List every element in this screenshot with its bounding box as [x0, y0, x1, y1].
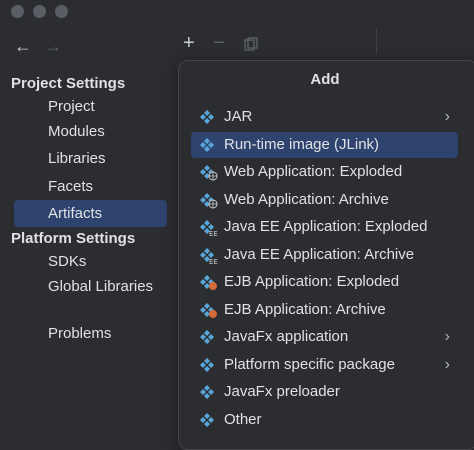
artifact-icon — [200, 357, 214, 372]
menu-item-label: Java EE Application: Archive — [224, 245, 415, 263]
menu-item-java-ee-application-archive[interactable]: EE Java EE Application: Archive — [191, 242, 458, 268]
sidebar-item-project[interactable]: Project — [14, 93, 167, 120]
menu-item-label: Run-time image (JLink) — [224, 135, 380, 153]
plus-icon[interactable]: + — [183, 33, 195, 53]
menu-item-javafx-preloader[interactable]: JavaFx preloader — [191, 379, 458, 405]
menu-item-java-ee-application-exploded[interactable]: EE Java EE Application: Exploded — [191, 214, 458, 240]
ejb-artifact-icon — [200, 275, 217, 290]
sidebar-item-problems[interactable]: Problems — [14, 320, 167, 347]
menu-item-label: JavaFx application — [224, 328, 349, 345]
section-project-settings: Project Settings — [11, 75, 126, 92]
section-platform-settings: Platform Settings — [11, 230, 136, 247]
add-artifact-popup: Add JAR › Run-time image (JLink) Web Applic… — [178, 60, 474, 450]
menu-item-run-time-image-jlink[interactable]: Run-time image (JLink) — [191, 131, 458, 158]
menu-item-javafx-application[interactable]: JavaFx application › — [191, 324, 458, 350]
minus-icon[interactable]: − — [213, 33, 225, 53]
zoom-window-button[interactable] — [55, 5, 68, 18]
toolbar-separator — [376, 28, 377, 54]
menu-item-platform-specific-package[interactable]: Platform specific package › — [191, 352, 458, 378]
ee-artifact-icon: EE — [200, 247, 218, 264]
menu-item-other[interactable]: Other — [191, 407, 458, 433]
copy-icon[interactable] — [244, 37, 258, 51]
artifact-icon — [200, 330, 214, 344]
menu-item-label: Other — [224, 410, 262, 428]
artifact-icon — [200, 385, 214, 399]
chevron-right-icon: › — [444, 355, 450, 373]
popup-title: Add — [310, 71, 340, 88]
project-structure-window: ← → Project Settings Project Modules Lib… — [0, 0, 474, 450]
close-window-button[interactable] — [11, 5, 24, 18]
ejb-artifact-icon — [200, 302, 217, 318]
menu-item-label: Java EE Application: Exploded — [224, 218, 428, 235]
artifact-icon — [200, 110, 214, 124]
chevron-right-icon: › — [444, 328, 450, 345]
minimize-window-button[interactable] — [33, 5, 46, 18]
menu-item-label: EJB Application: Exploded — [224, 273, 400, 290]
menu-item-label: Web Application: Exploded — [224, 163, 403, 180]
menu-item-label: JAR — [224, 108, 253, 125]
ee-artifact-icon: EE — [200, 220, 218, 236]
sidebar-item-facets[interactable]: Facets — [14, 173, 167, 200]
arrow-left-icon[interactable]: ← — [14, 36, 32, 56]
sidebar-item-libraries[interactable]: Libraries — [14, 145, 167, 172]
artifact-icon — [200, 412, 214, 427]
menu-item-ejb-application-archive[interactable]: EJB Application: Archive — [191, 297, 458, 323]
sidebar-item-artifacts[interactable]: Artifacts — [14, 200, 167, 227]
artifact-icon — [200, 137, 214, 152]
sidebar-item-global-libraries[interactable]: Global Libraries — [14, 273, 167, 300]
svg-text:EE: EE — [209, 230, 218, 236]
menu-item-jar[interactable]: JAR › — [191, 104, 458, 130]
menu-item-label: Web Application: Archive — [224, 190, 389, 208]
menu-item-label: Platform specific package — [224, 355, 395, 373]
menu-item-web-application-archive[interactable]: Web Application: Archive — [191, 187, 458, 213]
settings-sidebar: Project Settings Project Modules Librari… — [0, 64, 178, 442]
arrow-right-icon[interactable]: → — [44, 36, 62, 56]
web-artifact-icon — [200, 192, 218, 208]
menu-item-web-application-exploded[interactable]: Web Application: Exploded — [191, 159, 458, 185]
menu-item-label: JavaFx preloader — [224, 383, 340, 400]
web-artifact-icon — [200, 165, 218, 181]
sidebar-item-modules[interactable]: Modules — [14, 118, 167, 145]
chevron-right-icon: › — [444, 108, 450, 125]
menu-item-label: EJB Application: Archive — [224, 300, 386, 318]
svg-text:EE: EE — [209, 258, 218, 264]
sidebar-item-sdks[interactable]: SDKs — [14, 248, 167, 275]
menu-item-ejb-application-exploded[interactable]: EJB Application: Exploded — [191, 269, 458, 295]
